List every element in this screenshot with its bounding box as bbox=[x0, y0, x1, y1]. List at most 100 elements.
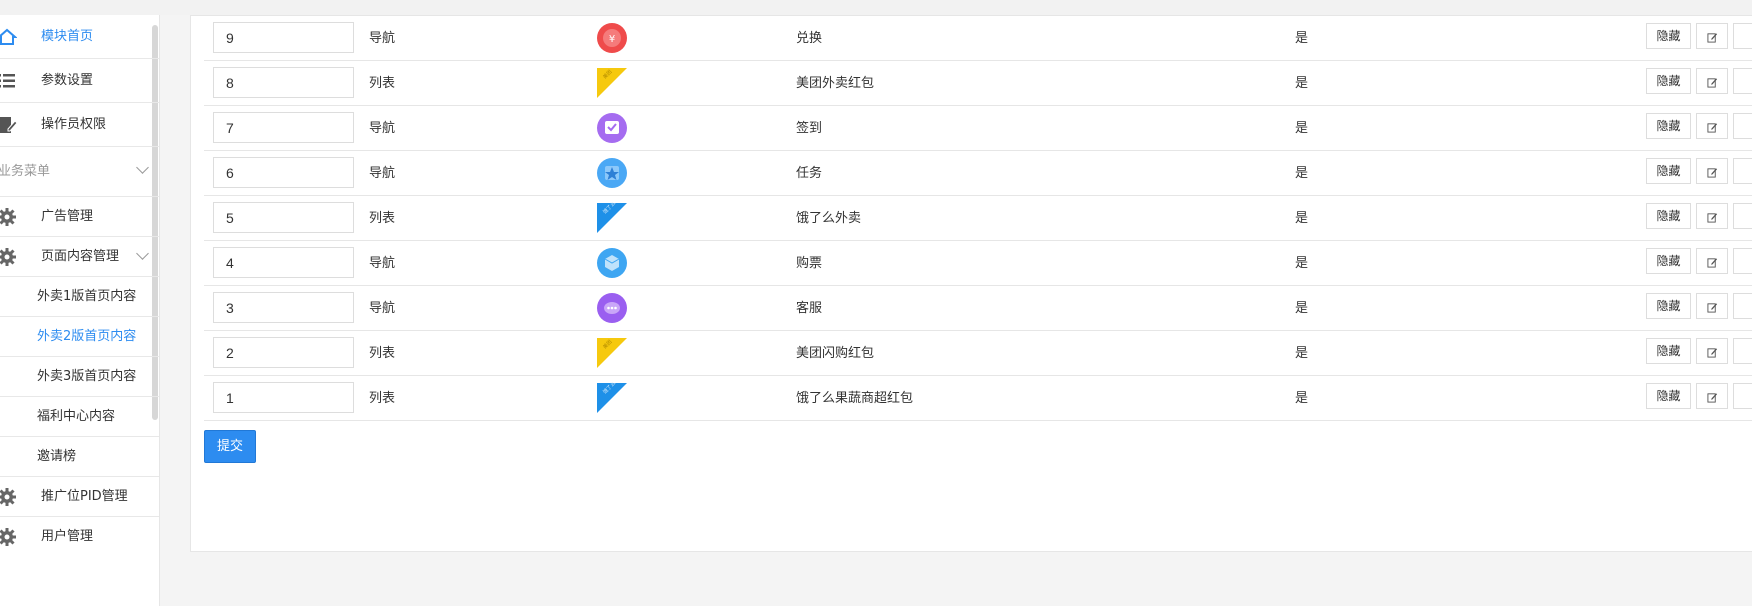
home-icon bbox=[0, 28, 17, 45]
edit-button[interactable] bbox=[1696, 23, 1728, 49]
edit-icon bbox=[1706, 348, 1717, 358]
edit-button[interactable] bbox=[1696, 158, 1728, 184]
content-panel: 导航¥兑换是隐藏列表美团美团外卖红包是隐藏导航签到是隐藏导航任务是隐藏列表饿了么… bbox=[190, 15, 1752, 552]
sort-input[interactable] bbox=[213, 157, 354, 188]
type-cell: 列表 bbox=[369, 76, 396, 91]
ticket-icon bbox=[596, 247, 628, 279]
hide-button[interactable]: 隐藏 bbox=[1646, 383, 1691, 409]
sidebar-item-pid[interactable]: 推广位PID管理 bbox=[0, 477, 159, 517]
sidebar-subitem-label: 外卖3版首页内容 bbox=[37, 369, 137, 384]
svg-text:¥: ¥ bbox=[609, 34, 615, 45]
hide-button[interactable]: 隐藏 bbox=[1646, 338, 1691, 364]
table-row: 列表 饿了么 饿了么外卖 是 隐藏 bbox=[204, 196, 1752, 241]
sidebar-item-label: 参数设置 bbox=[41, 73, 94, 88]
type-cell: 导航 bbox=[369, 121, 396, 136]
eleme-badge-icon: 饿了么 bbox=[596, 200, 628, 234]
sidebar-subitem-invite[interactable]: 邀请榜 bbox=[0, 437, 159, 477]
edit-icon bbox=[1706, 213, 1717, 223]
show-cell: 是 bbox=[1295, 301, 1309, 316]
table-row: 导航 签到 是 隐藏 bbox=[204, 106, 1752, 151]
list-icon bbox=[0, 74, 15, 88]
type-cell: 导航 bbox=[369, 256, 396, 271]
sidebar-item-ads[interactable]: 广告管理 bbox=[0, 197, 159, 237]
delete-button[interactable] bbox=[1733, 338, 1752, 364]
edit-button[interactable] bbox=[1696, 338, 1728, 364]
sort-input[interactable] bbox=[213, 382, 354, 413]
edit-button[interactable] bbox=[1696, 248, 1728, 274]
sidebar-item-params[interactable]: 参数设置 bbox=[0, 59, 159, 103]
hide-button[interactable]: 隐藏 bbox=[1646, 23, 1691, 49]
table-row: 导航 ¥ 兑换 是 隐藏 bbox=[204, 16, 1752, 61]
sidebar-item-label: 页面内容管理 bbox=[41, 249, 120, 264]
sort-input[interactable] bbox=[213, 112, 354, 143]
delete-button[interactable] bbox=[1733, 68, 1752, 94]
sidebar-group-business[interactable]: 业务菜单 bbox=[0, 147, 159, 197]
type-cell: 导航 bbox=[369, 31, 396, 46]
sidebar-item-module-home[interactable]: 模块首页 bbox=[0, 15, 159, 59]
delete-button[interactable] bbox=[1733, 293, 1752, 319]
hide-button[interactable]: 隐藏 bbox=[1646, 203, 1691, 229]
sidebar-item-page-content[interactable]: 页面内容管理 bbox=[0, 237, 159, 277]
sort-input[interactable] bbox=[213, 202, 354, 233]
gear-icon bbox=[0, 248, 16, 266]
sidebar: 模块首页 参数设置 操作员权限 业务菜单 广告管理 页面内容管理 外卖1版首页内… bbox=[0, 15, 160, 606]
hide-button[interactable]: 隐藏 bbox=[1646, 113, 1691, 139]
show-cell: 是 bbox=[1295, 346, 1309, 361]
show-cell: 是 bbox=[1295, 121, 1309, 136]
edit-button[interactable] bbox=[1696, 68, 1728, 94]
show-cell: 是 bbox=[1295, 166, 1309, 181]
edit-button[interactable] bbox=[1696, 203, 1728, 229]
edit-icon bbox=[1706, 258, 1717, 268]
delete-button[interactable] bbox=[1733, 113, 1752, 139]
table-row: 列表 美团 美团闪购红包 是 隐藏 bbox=[204, 331, 1752, 376]
sidebar-subitem-label: 外卖2版首页内容 bbox=[37, 329, 137, 344]
sort-input[interactable] bbox=[213, 22, 354, 53]
edit-button[interactable] bbox=[1696, 293, 1728, 319]
sidebar-subitem-waimai3[interactable]: 外卖3版首页内容 bbox=[0, 357, 159, 397]
edit-button[interactable] bbox=[1696, 113, 1728, 139]
checkin-icon bbox=[596, 112, 628, 144]
show-cell: 是 bbox=[1295, 211, 1309, 226]
name-cell: 购票 bbox=[796, 256, 823, 271]
delete-button[interactable] bbox=[1733, 383, 1752, 409]
type-cell: 列表 bbox=[369, 346, 396, 361]
delete-button[interactable] bbox=[1733, 158, 1752, 184]
sidebar-item-label: 广告管理 bbox=[41, 209, 94, 224]
hide-button[interactable]: 隐藏 bbox=[1646, 248, 1691, 274]
type-cell: 导航 bbox=[369, 166, 396, 181]
sidebar-subitem-waimai1[interactable]: 外卖1版首页内容 bbox=[0, 277, 159, 317]
sort-input[interactable] bbox=[213, 337, 354, 368]
sort-input[interactable] bbox=[213, 247, 354, 278]
sidebar-subitem-waimai2[interactable]: 外卖2版首页内容 bbox=[0, 317, 159, 357]
edit-doc-icon bbox=[0, 117, 17, 133]
meituan-badge-icon: 美团 bbox=[596, 67, 628, 99]
hide-button[interactable]: 隐藏 bbox=[1646, 293, 1691, 319]
edit-icon bbox=[1706, 123, 1717, 133]
sort-input[interactable] bbox=[213, 292, 354, 323]
type-cell: 列表 bbox=[369, 211, 396, 226]
table-row: 导航 购票 是 隐藏 bbox=[204, 241, 1752, 286]
sidebar-item-users[interactable]: 用户管理 bbox=[0, 517, 159, 557]
chevron-down-icon bbox=[136, 161, 149, 174]
type-cell: 导航 bbox=[369, 301, 396, 316]
edit-button[interactable] bbox=[1696, 383, 1728, 409]
delete-button[interactable] bbox=[1733, 203, 1752, 229]
delete-button[interactable] bbox=[1733, 248, 1752, 274]
name-cell: 饿了么外卖 bbox=[796, 211, 862, 226]
sidebar-subitem-welfare[interactable]: 福利中心内容 bbox=[0, 397, 159, 437]
eleme-badge-icon: 饿了么 bbox=[596, 380, 628, 414]
submit-button[interactable]: 提交 bbox=[204, 430, 256, 463]
sidebar-item-label: 模块首页 bbox=[41, 29, 94, 44]
gear-icon bbox=[0, 528, 16, 546]
edit-icon bbox=[1706, 168, 1717, 178]
sidebar-item-operator-perm[interactable]: 操作员权限 bbox=[0, 103, 159, 147]
name-cell: 美团闪购红包 bbox=[796, 346, 875, 361]
sidebar-subitem-label: 外卖1版首页内容 bbox=[37, 289, 137, 304]
edit-icon bbox=[1706, 393, 1717, 403]
hide-button[interactable]: 隐藏 bbox=[1646, 68, 1691, 94]
gear-icon bbox=[0, 488, 16, 506]
edit-icon bbox=[1706, 303, 1717, 313]
delete-button[interactable] bbox=[1733, 23, 1752, 49]
hide-button[interactable]: 隐藏 bbox=[1646, 158, 1691, 184]
sort-input[interactable] bbox=[213, 67, 354, 98]
